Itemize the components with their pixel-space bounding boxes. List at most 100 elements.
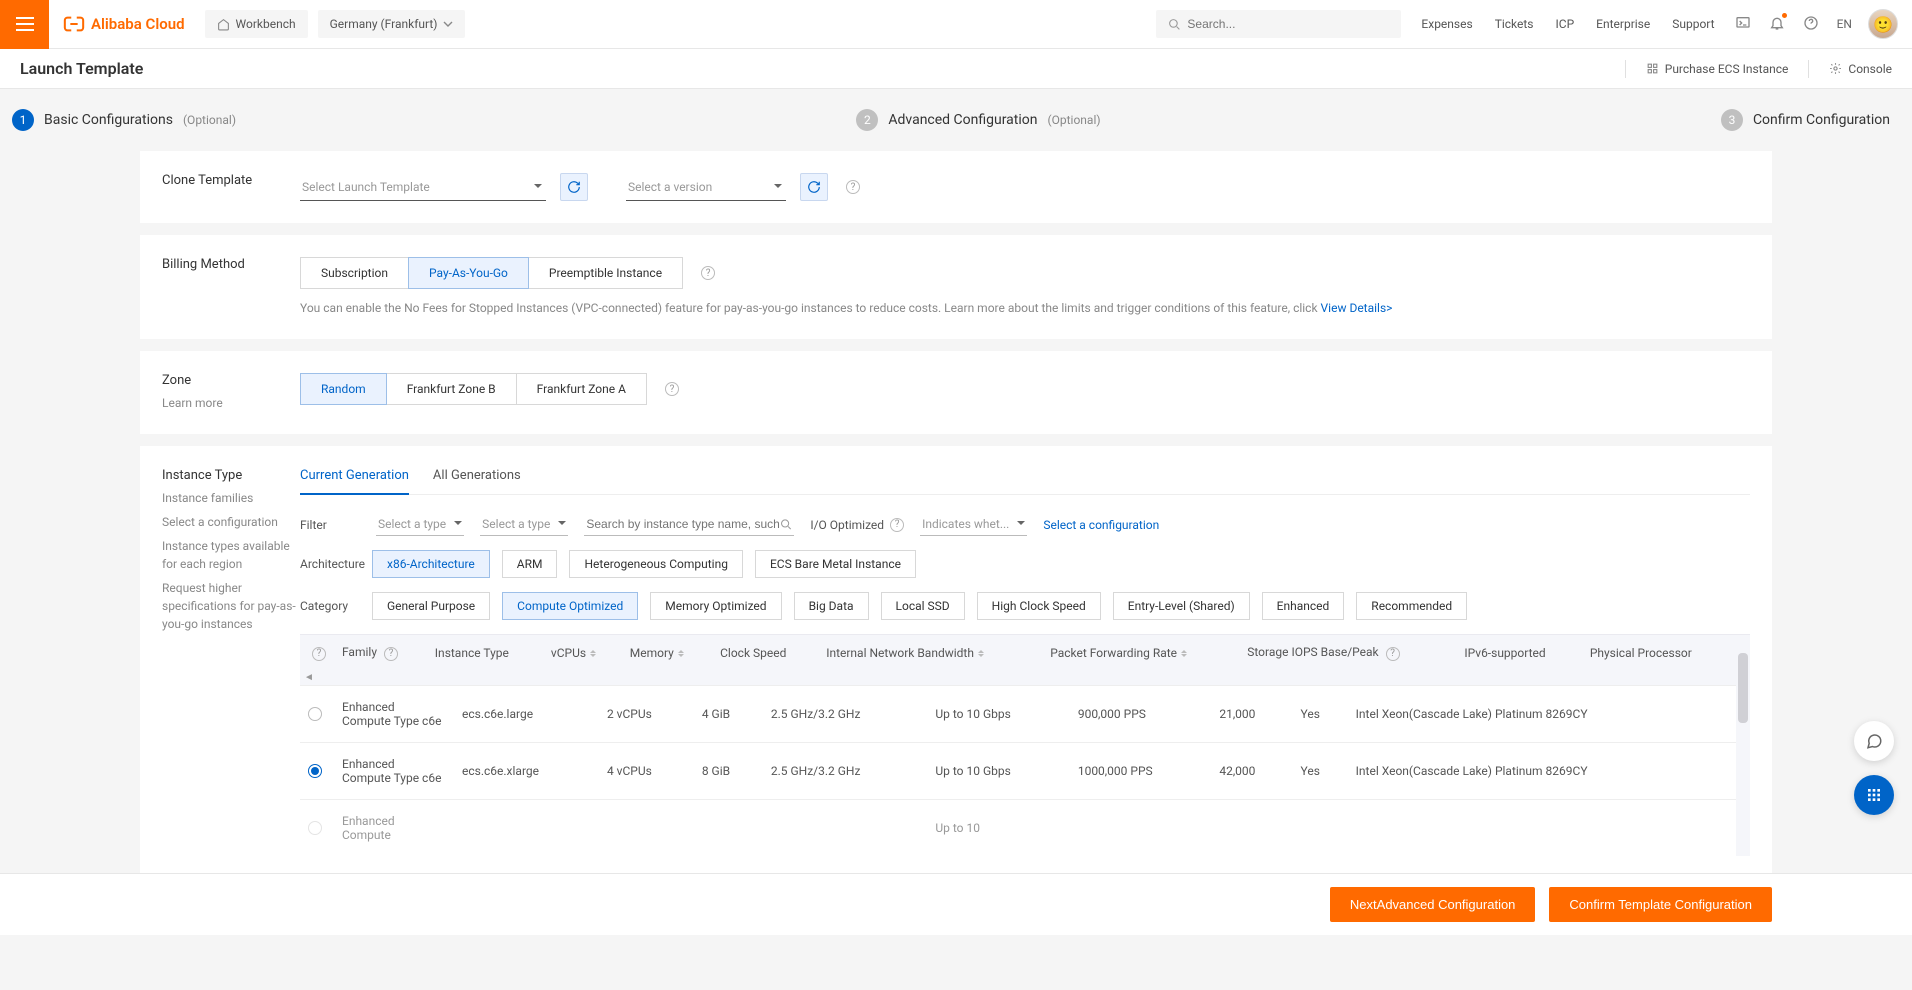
table-row[interactable]: Enhanced Compute Type c6e ecs.c6e.large … (300, 685, 1750, 742)
select-version[interactable]: Select a version (626, 174, 786, 201)
arch-x86[interactable]: x86-Architecture (372, 550, 490, 578)
row-radio[interactable] (308, 707, 322, 721)
region-selector[interactable]: Germany (Frankfurt) (318, 10, 466, 38)
zone-options: Random Frankfurt Zone B Frankfurt Zone A (300, 373, 647, 405)
global-search[interactable] (1156, 10, 1401, 38)
io-optimized-label: I/O Optimized ? (810, 518, 904, 532)
side-instance-families[interactable]: Instance families (162, 489, 300, 507)
nav-support[interactable]: Support (1672, 17, 1714, 31)
instance-table-wrap: ? Family ? Instance Type vCPUs Memory Cl… (300, 634, 1750, 856)
table-hscroll[interactable] (300, 671, 1750, 685)
filter-vcpu[interactable]: Select a type (376, 513, 464, 536)
panel-billing: Billing Method Subscription Pay-As-You-G… (140, 235, 1772, 339)
sort-bw[interactable] (978, 647, 984, 660)
page-title: Launch Template (20, 59, 143, 78)
arch-hetero[interactable]: Heterogeneous Computing (569, 550, 742, 578)
billing-options: Subscription Pay-As-You-Go Preemptible I… (300, 257, 683, 289)
floating-buttons (1854, 721, 1894, 815)
cat-bigdata[interactable]: Big Data (794, 592, 869, 620)
select-launch-template[interactable]: Select Launch Template (300, 174, 546, 201)
iops-help-icon[interactable]: ? (1386, 647, 1400, 661)
sort-pps[interactable] (1181, 647, 1187, 660)
select-configuration-link[interactable]: Select a configuration (1043, 518, 1159, 532)
arch-baremetal[interactable]: ECS Bare Metal Instance (755, 550, 916, 578)
cat-highclock[interactable]: High Clock Speed (977, 592, 1101, 620)
bell-icon[interactable] (1769, 15, 1785, 34)
refresh-version-icon[interactable] (800, 173, 828, 201)
console-link[interactable]: Console (1829, 62, 1892, 76)
sort-memory[interactable] (678, 647, 684, 660)
search-icon (780, 518, 792, 531)
panel-clone-template: Clone Template Select Launch Template Se… (140, 151, 1772, 223)
workbench-button[interactable]: Workbench (205, 10, 308, 38)
global-search-input[interactable] (1187, 17, 1389, 31)
filter-row: Filter Select a type Select a type I/O O… (300, 513, 1750, 536)
next-button[interactable]: NextAdvanced Configuration (1330, 887, 1536, 922)
zone-b[interactable]: Frankfurt Zone B (386, 373, 517, 405)
side-types-region[interactable]: Instance types available for each region (162, 537, 300, 573)
purchase-ecs-link[interactable]: Purchase ECS Instance (1646, 62, 1789, 76)
table-row[interactable]: Enhanced Compute Type c6e ecs.c6e.xlarge… (300, 742, 1750, 799)
filter-search-input[interactable] (586, 517, 780, 531)
nav-icp[interactable]: ICP (1556, 17, 1575, 31)
confirm-button[interactable]: Confirm Template Configuration (1549, 887, 1772, 922)
zone-help-icon[interactable]: ? (665, 382, 679, 396)
nav-enterprise[interactable]: Enterprise (1596, 17, 1650, 31)
top-icons: EN (1735, 15, 1852, 34)
top-links: Expenses Tickets ICP Enterprise Support (1421, 17, 1714, 31)
help-icon[interactable] (1803, 15, 1819, 34)
step-advanced[interactable]: 2 Advanced Configuration (Optional) (856, 109, 1100, 131)
filter-search[interactable] (584, 513, 794, 536)
cat-compute[interactable]: Compute Optimized (502, 592, 638, 620)
filter-memory[interactable]: Select a type (480, 513, 568, 536)
zone-a[interactable]: Frankfurt Zone A (516, 373, 647, 405)
row-radio[interactable] (308, 764, 322, 778)
side-request-higher[interactable]: Request higher specifications for pay-as… (162, 579, 300, 633)
side-select-config[interactable]: Select a configuration (162, 513, 300, 531)
cat-general[interactable]: General Purpose (372, 592, 490, 620)
instance-table: ? Family ? Instance Type vCPUs Memory Cl… (300, 635, 1750, 671)
lang-switch[interactable]: EN (1837, 17, 1852, 31)
main-menu-button[interactable] (0, 0, 49, 49)
filter-indicates[interactable]: Indicates whet... (920, 513, 1027, 536)
zone-random[interactable]: Random (300, 373, 387, 405)
apps-button[interactable] (1854, 775, 1894, 815)
clone-help-icon[interactable]: ? (846, 180, 860, 194)
footer-bar: NextAdvanced Configuration Confirm Templ… (0, 873, 1912, 935)
billing-subscription[interactable]: Subscription (300, 257, 409, 289)
user-avatar[interactable]: 🙂 (1868, 9, 1898, 39)
family-help-icon[interactable]: ? (384, 647, 398, 661)
nav-tickets[interactable]: Tickets (1495, 17, 1534, 31)
cat-entry[interactable]: Entry-Level (Shared) (1113, 592, 1250, 620)
refresh-template-icon[interactable] (560, 173, 588, 201)
billing-payg[interactable]: Pay-As-You-Go (408, 257, 529, 289)
arch-arm[interactable]: ARM (502, 550, 558, 578)
step-confirm[interactable]: 3 Confirm Configuration (1721, 109, 1890, 131)
billing-hint: You can enable the No Fees for Stopped I… (300, 299, 1750, 317)
billing-view-details[interactable]: View Details> (1321, 301, 1393, 315)
tab-current-gen[interactable]: Current Generation (300, 468, 409, 495)
cat-enhanced[interactable]: Enhanced (1262, 592, 1345, 620)
step-basic[interactable]: 1 Basic Configurations (Optional) (12, 109, 236, 131)
category-row: Category General Purpose Compute Optimiz… (300, 592, 1750, 620)
wizard-steps: 1 Basic Configurations (Optional) 2 Adva… (0, 89, 1912, 151)
billing-help-icon[interactable]: ? (701, 266, 715, 280)
chat-button[interactable] (1854, 721, 1894, 761)
logo[interactable]: Alibaba Cloud (63, 13, 185, 35)
sort-vcpus[interactable] (590, 647, 596, 660)
table-vscroll[interactable] (1736, 649, 1750, 856)
row-radio[interactable] (308, 821, 322, 835)
cat-localssd[interactable]: Local SSD (881, 592, 965, 620)
tab-all-gen[interactable]: All Generations (433, 468, 521, 495)
cat-memory[interactable]: Memory Optimized (650, 592, 781, 620)
billing-preemptible[interactable]: Preemptible Instance (528, 257, 683, 289)
cloudshell-icon[interactable] (1735, 15, 1751, 34)
topbar: Alibaba Cloud Workbench Germany (Frankfu… (0, 0, 1912, 49)
nav-expenses[interactable]: Expenses (1421, 17, 1472, 31)
ioopt-help-icon[interactable]: ? (890, 518, 904, 532)
cat-recommended[interactable]: Recommended (1356, 592, 1467, 620)
architecture-row: Architecture x86-Architecture ARM Hetero… (300, 550, 1750, 578)
zone-learn-more[interactable]: Learn more (162, 394, 300, 412)
table-row[interactable]: Enhanced Compute Up to 10 (300, 799, 1750, 856)
table-help-icon[interactable]: ? (312, 647, 326, 661)
